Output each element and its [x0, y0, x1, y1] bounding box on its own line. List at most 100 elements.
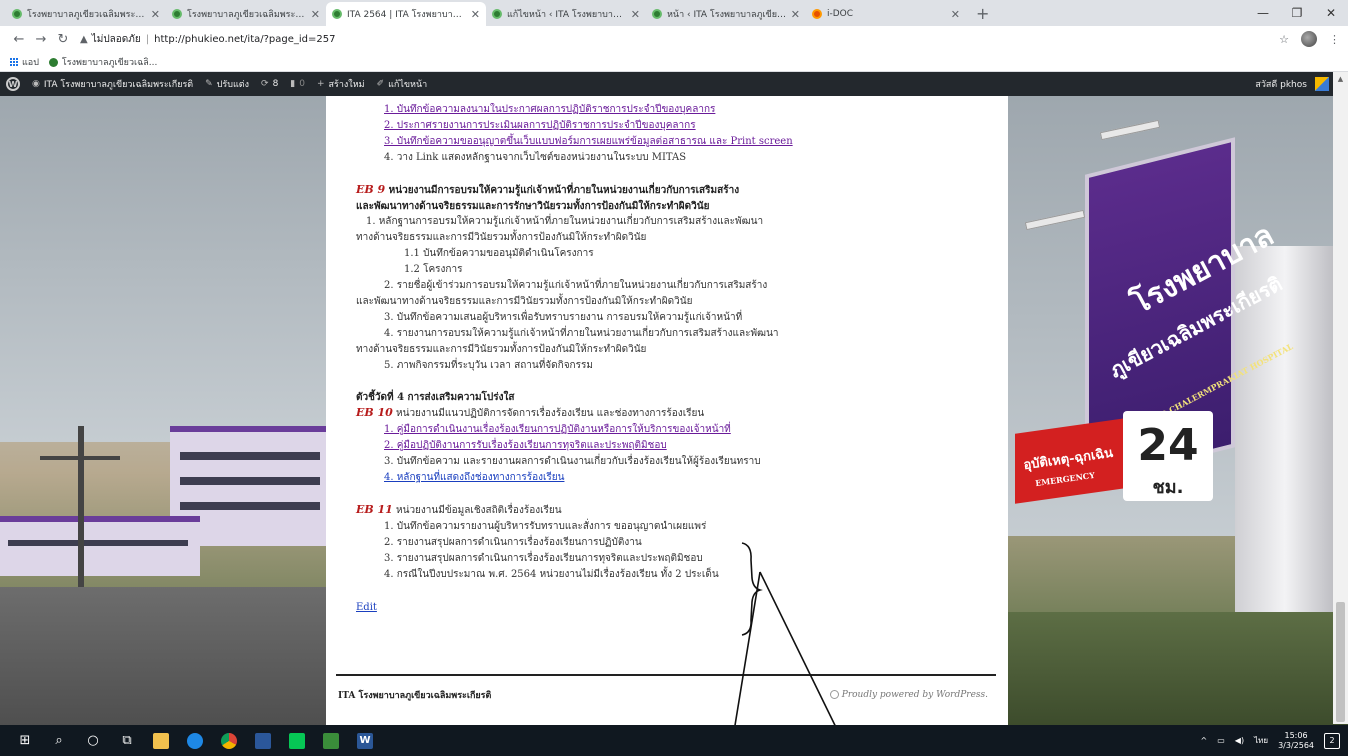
- eb8-link-1[interactable]: 1. บันทึกข้อความลงนามในประกาศผลการปฏิบัต…: [384, 104, 715, 115]
- system-tray: ^ ▭ ◀) ไทย 15:06 3/3/2564 2: [1201, 731, 1340, 751]
- green-circle-icon: [48, 57, 58, 67]
- volume-icon[interactable]: ◀): [1235, 736, 1244, 745]
- calculator-icon[interactable]: [246, 725, 280, 756]
- edit-link[interactable]: Edit: [356, 602, 377, 613]
- plus-icon: +: [316, 79, 325, 89]
- browser-tab[interactable]: ITA 2564 | ITA โรงพยาบาลภูเขียวเฉ... ✕: [326, 2, 486, 26]
- site-footer: ITA โรงพยาบาลภูเขียวเฉลิมพระเกียรติ Prou…: [338, 688, 988, 702]
- eb11-evidence-list: 1. บันทึกข้อความรายงานผู้บริหารรับทราบแล…: [356, 519, 816, 583]
- notification-center-icon[interactable]: 2: [1324, 732, 1340, 749]
- bookmark-hospital[interactable]: โรงพยาบาลภูเขียวเฉลิ...: [48, 55, 157, 69]
- tab-title: โรงพยาบาลภูเขียวเฉลิมพระเกียรติ | Hi: [27, 10, 147, 20]
- wp-admin-bar: W ◉ ITA โรงพยาบาลภูเขียวเฉลิมพระเกียรติ ✎…: [0, 72, 1348, 96]
- profile-avatar[interactable]: [1301, 31, 1317, 47]
- browser-tab[interactable]: i-DOC ✕: [806, 2, 966, 26]
- clock[interactable]: 15:06 3/3/2564: [1278, 731, 1314, 751]
- footer-site-name[interactable]: ITA โรงพยาบาลภูเขียวเฉลิมพระเกียรติ: [338, 688, 491, 702]
- file-explorer-icon[interactable]: [144, 725, 178, 756]
- maximize-icon[interactable]: ❐: [1280, 6, 1314, 20]
- eb10-link-4[interactable]: 4. หลักฐานที่แสดงถึงช่องทางการร้องเรียน: [384, 472, 564, 483]
- word-icon[interactable]: W: [348, 725, 382, 756]
- url-text[interactable]: http://phukieo.net/ita/?page_id=257: [154, 34, 335, 45]
- admin-edit-page[interactable]: ✐ แก้ไขหน้า: [377, 77, 428, 91]
- chrome-icon[interactable]: [212, 725, 246, 756]
- eb11-heading: EB 11 หน่วยงานมีข้อมูลเชิงสถิติเรื่องร้อ…: [356, 502, 562, 516]
- eb8-link-2[interactable]: 2. ประกาศรายงานการประเมินผลการปฏิบัติราช…: [384, 120, 696, 131]
- reload-icon[interactable]: ↻: [52, 32, 74, 47]
- green-circle-icon: [332, 9, 342, 19]
- scroll-thumb[interactable]: [1336, 602, 1345, 722]
- task-view-icon[interactable]: ⧉: [110, 725, 144, 756]
- eb9-heading: EB 9 หน่วยงานมีการอบรมให้ความรู้แก่เจ้าห…: [356, 182, 740, 196]
- orange-circle-icon: [812, 9, 822, 19]
- back-icon[interactable]: ←: [8, 32, 30, 47]
- tray-chevron-icon[interactable]: ^: [1201, 736, 1208, 745]
- admin-updates[interactable]: ⟳ 8: [261, 79, 278, 89]
- line-app-icon[interactable]: [280, 725, 314, 756]
- green-circle-icon: [172, 9, 182, 19]
- eb11-item-1: 1. บันทึกข้อความรายงานผู้บริหารรับทราบแล…: [384, 520, 707, 532]
- tab-close-icon[interactable]: ✕: [471, 8, 480, 21]
- menu-kebab-icon[interactable]: ⋮: [1329, 33, 1340, 46]
- eb10-link-2[interactable]: 2. คู่มือปฏิบัติงานการรับเรื่องร้องเรียน…: [384, 440, 667, 451]
- eb8-link-3[interactable]: 3. บันทึกข้อความขออนุญาตขึ้นเว็บแบบฟอร์ม…: [384, 136, 793, 147]
- browser-tab-strip: โรงพยาบาลภูเขียวเฉลิมพระเกียรติ | Hi✕โรง…: [0, 0, 1348, 26]
- network-icon[interactable]: ▭: [1217, 736, 1225, 745]
- user-avatar[interactable]: [1314, 77, 1329, 91]
- windows-start-icon[interactable]: ⊞: [8, 725, 42, 756]
- windows-taskbar: ⊞ ⌕ ○ ⧉ W ^ ▭ ◀) ไทย 15:06 3/3/2564 2: [0, 725, 1348, 756]
- scroll-up-icon[interactable]: ▲: [1333, 72, 1348, 86]
- admin-new[interactable]: + สร้างใหม่: [317, 77, 365, 91]
- bookmark-apps[interactable]: แอป: [10, 55, 39, 69]
- eb9-item-4: 4. รายงานการอบรมให้ความรู้แก่เจ้าหน้าที่…: [384, 327, 779, 339]
- eb11-item-3: 3. รายงานสรุปผลการดำเนินการเรื่องร้องเรี…: [384, 552, 703, 564]
- cortana-icon[interactable]: ○: [76, 725, 110, 756]
- close-window-icon[interactable]: ✕: [1314, 6, 1348, 20]
- browser-tab[interactable]: โรงพยาบาลภูเขียวเฉลิมพระเกียรติ | Hi ✕: [6, 2, 166, 26]
- eb8-item-4: 4. วาง Link แสดงหลักฐานจากเว็บไซต์ของหน่…: [384, 151, 687, 163]
- footer-divider: [336, 674, 996, 676]
- language-indicator[interactable]: ไทย: [1254, 734, 1268, 747]
- article-body: 1. บันทึกข้อความลงนามในประกาศผลการปฏิบัต…: [356, 102, 816, 616]
- image-app-icon[interactable]: [314, 725, 348, 756]
- browser-tab[interactable]: หน้า ‹ ITA โรงพยาบาลภูเขียวเฉลิมพร... ✕: [646, 2, 806, 26]
- admin-user-greeting[interactable]: สวัสดี pkhos: [1255, 77, 1307, 91]
- eb10-link-1[interactable]: 1. คู่มือการดำเนินงานเรื่องร้องเรียนการป…: [384, 424, 731, 435]
- tab-close-icon[interactable]: ✕: [951, 8, 960, 21]
- eb9-heading-cont: และพัฒนาทางด้านจริยธรรมและการรักษาวินัยร…: [356, 200, 710, 212]
- dashboard-icon: ◉: [32, 79, 40, 89]
- browser-tab[interactable]: โรงพยาบาลภูเขียวเฉลิมพระเกียรติ – ... ✕: [166, 2, 326, 26]
- address-bar[interactable]: ▲ ไม่ปลอดภัย | http://phukieo.net/ita/?p…: [80, 32, 336, 47]
- browser-toolbar: ← → ↻ ▲ ไม่ปลอดภัย | http://phukieo.net/…: [0, 26, 1348, 52]
- tab-close-icon[interactable]: ✕: [151, 8, 160, 21]
- eb9-item-3: 3. บันทึกข้อความเสนอผู้บริหารเพื่อรับทรา…: [384, 311, 743, 323]
- admin-comments[interactable]: ▮ 0: [290, 79, 305, 89]
- tab-title: โรงพยาบาลภูเขียวเฉลิมพระเกียรติ – ...: [187, 10, 307, 20]
- minimize-icon[interactable]: —: [1246, 6, 1280, 20]
- eb10-item-3: 3. บันทึกข้อความ และรายงานผลการดำเนินงาน…: [384, 456, 761, 468]
- search-icon[interactable]: ⌕: [42, 725, 76, 756]
- edge-icon[interactable]: [178, 725, 212, 756]
- tab-close-icon[interactable]: ✕: [631, 8, 640, 21]
- indicator4-heading: ตัวชี้วัดที่ 4 การส่งเสริมความโปร่งใส: [356, 391, 515, 403]
- bookmarks-bar: แอป โรงพยาบาลภูเขียวเฉลิ...: [0, 52, 1348, 72]
- background-left-campus: [0, 96, 330, 725]
- eb9-item-2-cont: และพัฒนาทางด้านจริยธรรมและการมีวินัยรวมท…: [356, 295, 693, 307]
- eb11-item-4: 4. กรณีในปีงบประมาณ พ.ศ. 2564 หน่วยงานไม…: [384, 568, 719, 580]
- eb11-item-2: 2. รายงานสรุปผลการดำเนินการเรื่องร้องเรี…: [384, 536, 642, 548]
- browser-tab[interactable]: แก้ไขหน้า ‹ ITA โรงพยาบาลภูเขียวเฉ... ✕: [486, 2, 646, 26]
- new-tab-button[interactable]: +: [966, 4, 999, 26]
- eb9-item-5: 5. ภาพกิจกรรมที่ระบุวัน เวลา สถานที่จัดก…: [384, 359, 593, 371]
- comment-icon: ▮: [290, 79, 296, 89]
- admin-site-name[interactable]: ◉ ITA โรงพยาบาลภูเขียวเฉลิมพระเกียรติ: [32, 77, 193, 91]
- admin-customize[interactable]: ✎ ปรับแต่ง: [205, 77, 249, 91]
- footer-powered-by[interactable]: Proudly powered by WordPress.: [829, 690, 988, 700]
- wp-logo-menu[interactable]: W: [6, 77, 20, 91]
- tab-close-icon[interactable]: ✕: [311, 8, 320, 21]
- bookmark-star-icon[interactable]: ☆: [1279, 33, 1289, 46]
- page-scrollbar[interactable]: ▲: [1333, 72, 1348, 724]
- tab-close-icon[interactable]: ✕: [791, 8, 800, 21]
- forward-icon[interactable]: →: [30, 32, 52, 47]
- tab-title: แก้ไขหน้า ‹ ITA โรงพยาบาลภูเขียวเฉ...: [507, 10, 627, 20]
- eb9-item-1: 1. หลักฐานการอบรมให้ความรู้แก่เจ้าหน้าที…: [366, 216, 764, 228]
